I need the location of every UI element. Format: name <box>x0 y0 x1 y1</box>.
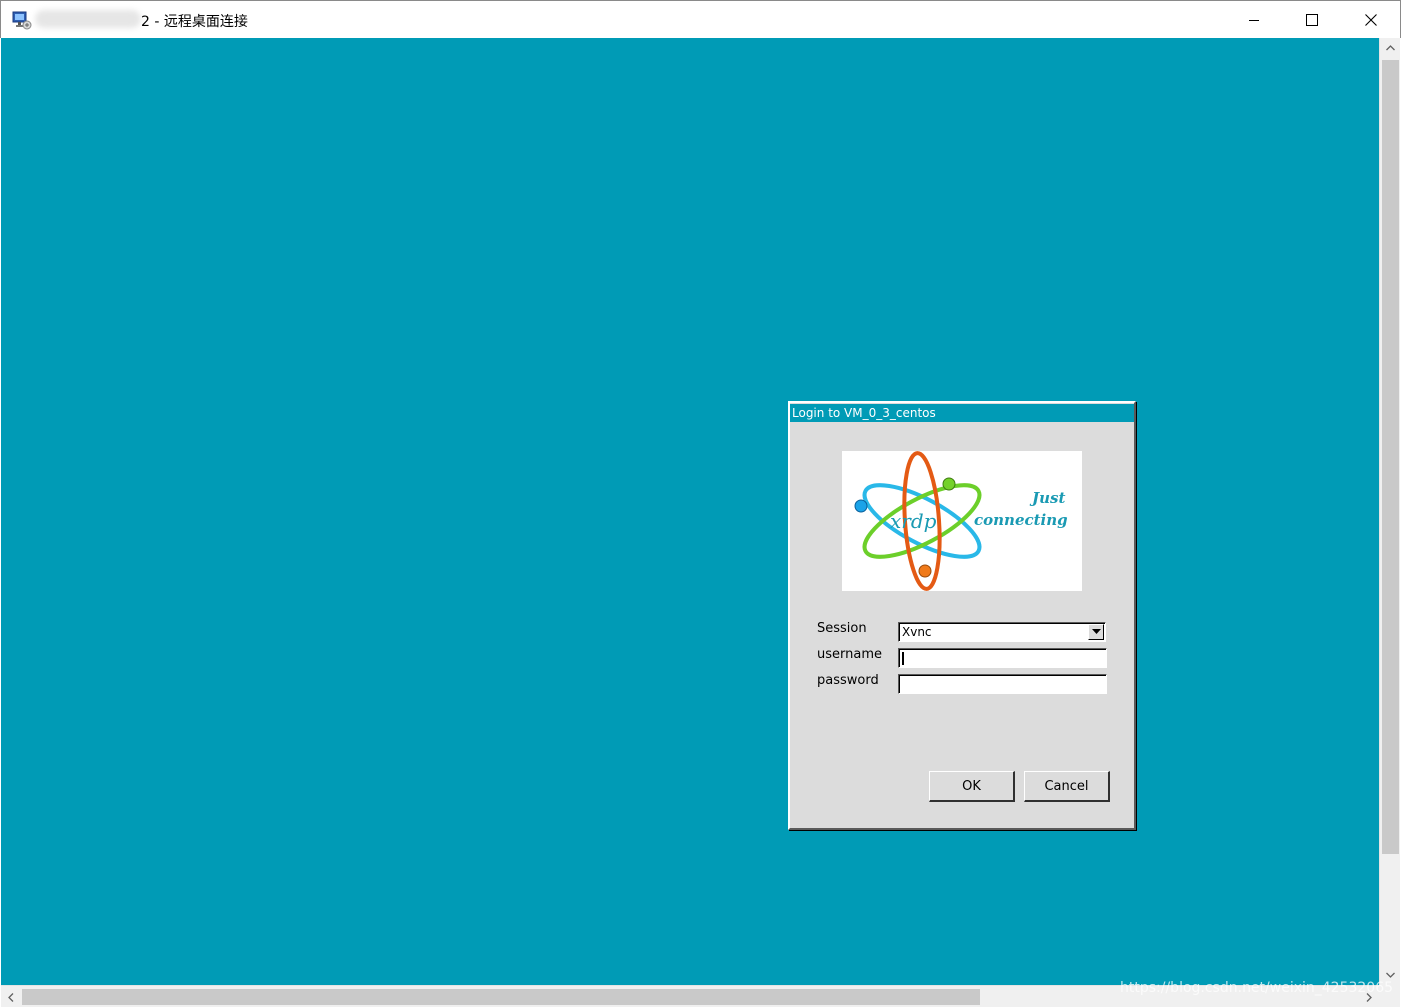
minimize-button[interactable] <box>1225 1 1283 39</box>
chevron-down-icon <box>1386 972 1395 978</box>
close-button[interactable] <box>1342 1 1400 39</box>
dialog-titlebar[interactable]: Login to VM_0_3_centos <box>790 404 1134 422</box>
scroll-up-button[interactable] <box>1380 38 1401 58</box>
xrdp-login-dialog: Login to VM_0_3_centos xrdp Just connect… <box>788 401 1136 830</box>
maximize-icon <box>1306 11 1318 30</box>
cancel-button[interactable]: Cancel <box>1024 771 1110 802</box>
dialog-title: Login to VM_0_3_centos <box>792 406 936 420</box>
xrdp-logo: xrdp Just connecting <box>842 451 1082 591</box>
vertical-scrollbar[interactable] <box>1379 38 1400 985</box>
session-label: Session <box>817 621 867 636</box>
chevron-up-icon <box>1386 45 1395 51</box>
scroll-left-button[interactable] <box>1 986 21 1008</box>
close-icon <box>1365 11 1377 30</box>
username-input[interactable] <box>898 648 1107 668</box>
text-cursor <box>902 652 904 665</box>
password-input[interactable] <box>898 674 1107 694</box>
vertical-scroll-thumb[interactable] <box>1382 60 1399 854</box>
password-label: password <box>817 673 879 688</box>
title-redacted-host <box>35 10 141 28</box>
remote-desktop-area[interactable]: Login to VM_0_3_centos xrdp Just connect… <box>1 38 1379 985</box>
watermark-text: https://blog.csdn.net/weixin_42532065 <box>1120 980 1394 996</box>
maximize-button[interactable] <box>1283 1 1341 39</box>
logo-tagline-line1: Just <box>1032 489 1066 507</box>
minimize-icon <box>1248 11 1260 30</box>
ok-button[interactable]: OK <box>929 771 1015 802</box>
remote-desktop-icon[interactable] <box>12 10 32 30</box>
chevron-left-icon <box>8 992 14 1002</box>
username-label: username <box>817 647 882 662</box>
window-title: 2 - 远程桌面连接 <box>141 14 248 30</box>
logo-tagline-line2: connecting <box>974 511 1068 529</box>
session-dropdown[interactable]: Xvnc <box>898 622 1106 642</box>
window-titlebar[interactable]: 2 - 远程桌面连接 <box>0 0 1401 38</box>
horizontal-scroll-thumb[interactable] <box>22 989 980 1005</box>
dropdown-arrow-icon[interactable] <box>1088 624 1104 640</box>
svg-text:xrdp: xrdp <box>890 509 937 533</box>
session-selected-value: Xvnc <box>902 625 932 639</box>
